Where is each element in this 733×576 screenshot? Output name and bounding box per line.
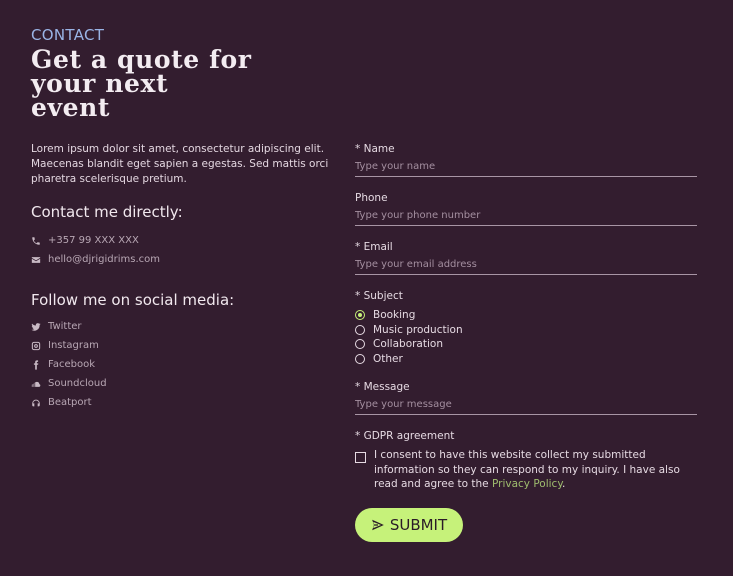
phone-number: +357 99 XXX XXX: [48, 235, 139, 246]
email-label: * Email: [355, 241, 393, 253]
social-label: Facebook: [48, 359, 95, 370]
phone-input[interactable]: [355, 210, 697, 226]
phone-group: Phone: [355, 192, 697, 226]
contact-phone[interactable]: +357 99 XXX XXX: [31, 231, 331, 250]
contact-info-section: CONTACT Get a quote for your next event …: [31, 26, 331, 412]
name-group: * Name: [355, 143, 697, 177]
gdpr-consent: I consent to have this website collect m…: [355, 448, 697, 492]
phone-label: Phone: [355, 192, 388, 204]
subject-label: * Subject: [355, 290, 403, 302]
radio-button[interactable]: [355, 339, 365, 350]
facebook-icon: [31, 359, 47, 370]
email-input[interactable]: [355, 259, 697, 275]
radio-button[interactable]: [355, 353, 365, 364]
beatport-icon: [31, 398, 47, 408]
contact-heading: Contact me directly:: [31, 203, 183, 221]
subject-option-booking[interactable]: Booking: [355, 308, 697, 323]
social-label: Twitter: [48, 321, 82, 332]
subject-option-music-production[interactable]: Music production: [355, 323, 697, 338]
page-title: Get a quote for your next event: [31, 47, 331, 122]
contact-email[interactable]: hello@djrigidrims.com: [31, 250, 331, 269]
name-input[interactable]: [355, 161, 697, 177]
email-address: hello@djrigidrims.com: [48, 254, 161, 265]
subject-option-collaboration[interactable]: Collaboration: [355, 337, 697, 352]
subject-option-label: Booking: [373, 309, 416, 322]
social-link-facebook[interactable]: Facebook: [31, 355, 331, 374]
radio-button-selected[interactable]: [355, 310, 365, 321]
submit-label: SUBMIT: [389, 515, 448, 534]
gdpr-group: * GDPR agreement I consent to have this …: [355, 430, 697, 492]
gdpr-label: * GDPR agreement: [355, 430, 455, 442]
submit-button[interactable]: SUBMIT: [355, 507, 463, 542]
subject-option-other[interactable]: Other: [355, 352, 697, 367]
subject-option-label: Other: [373, 352, 403, 365]
social-label: Beatport: [48, 397, 92, 408]
send-icon: [371, 519, 384, 530]
intro-text: Lorem ipsum dolor sit amet, consectetur …: [31, 143, 329, 185]
subject-option-label: Collaboration: [373, 338, 443, 351]
phone-icon: [31, 236, 47, 246]
gdpr-consent-text: I consent to have this website collect m…: [374, 448, 697, 492]
privacy-policy-link[interactable]: Privacy Policy: [492, 478, 562, 490]
gdpr-period: .: [562, 478, 566, 490]
social-heading: Follow me on social media:: [31, 291, 235, 309]
social-link-instagram[interactable]: Instagram: [31, 336, 331, 355]
gdpr-checkbox[interactable]: [355, 452, 366, 463]
social-label: Instagram: [48, 340, 99, 351]
social-label: Soundcloud: [48, 378, 107, 389]
message-label: * Message: [355, 381, 410, 393]
soundcloud-icon: [31, 379, 47, 389]
mail-icon: [31, 255, 47, 265]
message-group: * Message: [355, 381, 697, 415]
section-eyebrow: CONTACT: [31, 26, 105, 44]
name-label: * Name: [355, 143, 395, 155]
subject-group: * Subject Booking Music production Colla…: [355, 290, 697, 366]
quote-form: * Name Phone * Email * Subject Booking M…: [355, 143, 697, 542]
email-group: * Email: [355, 241, 697, 275]
social-link-twitter[interactable]: Twitter: [31, 317, 331, 336]
social-link-soundcloud[interactable]: Soundcloud: [31, 374, 331, 393]
instagram-icon: [31, 341, 47, 351]
subject-option-label: Music production: [373, 323, 463, 336]
radio-button[interactable]: [355, 324, 365, 335]
twitter-icon: [31, 322, 47, 332]
title-line-3: event: [31, 93, 111, 122]
social-link-beatport[interactable]: Beatport: [31, 393, 331, 412]
message-input[interactable]: [355, 399, 697, 415]
